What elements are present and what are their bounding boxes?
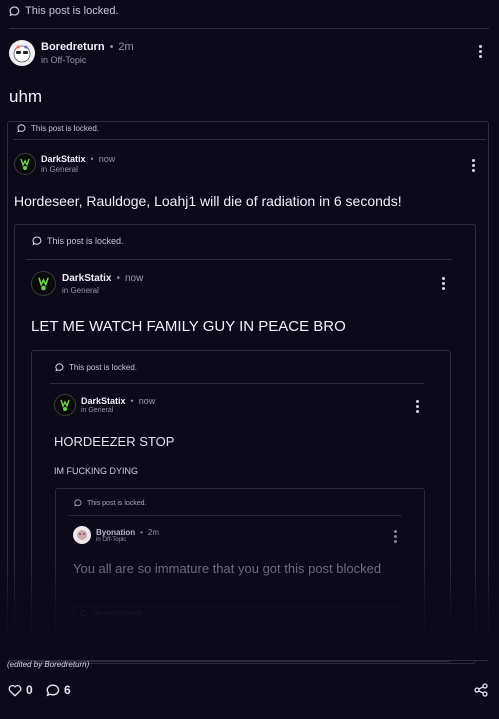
quote-header: DarkStatix • now in General — [54, 394, 155, 416]
comment-count: 6 — [64, 683, 71, 697]
post-time: 2m — [147, 527, 160, 537]
divider — [9, 28, 489, 29]
post-time: 2m — [118, 41, 134, 53]
speech-bubble-icon — [74, 499, 82, 507]
avatar-image — [77, 530, 87, 540]
share-button[interactable] — [474, 683, 488, 702]
comment-button[interactable]: 6 — [46, 683, 71, 697]
quote-body: You all are so immature that you got thi… — [73, 561, 382, 576]
more-options-button[interactable] — [416, 400, 419, 413]
author-name[interactable]: Boredreturn — [41, 41, 105, 53]
community-link[interactable]: in General — [41, 165, 115, 174]
quote-header: DarkStatix • now in General — [31, 271, 143, 296]
speech-bubble-icon — [9, 6, 20, 16]
heart-icon — [8, 684, 22, 696]
edited-note: (edited by Boredreturn) — [7, 660, 90, 669]
post-time: now — [138, 396, 156, 406]
locked-text: This post is locked. — [25, 5, 119, 17]
quote-locked-banner: This post is locked. — [55, 363, 137, 372]
separator-dot: • — [109, 41, 114, 53]
separator-dot: • — [90, 154, 94, 164]
locked-text: This post is locked. — [69, 363, 138, 372]
quote-body: IM FUCKING DYING — [54, 466, 139, 476]
quote-locked-banner: This post is locked. — [80, 610, 143, 617]
more-options-button[interactable] — [479, 45, 482, 58]
separator-dot: • — [130, 396, 134, 406]
divider — [50, 383, 424, 384]
avatar[interactable] — [31, 271, 56, 296]
speech-bubble-icon — [32, 236, 42, 246]
separator-dot: • — [116, 272, 120, 284]
like-count: 0 — [26, 683, 33, 697]
divider — [13, 139, 486, 140]
divider — [68, 515, 402, 516]
separator-dot: • — [140, 527, 143, 537]
more-options-button[interactable] — [442, 277, 445, 290]
share-icon — [474, 683, 488, 697]
author-name[interactable]: DarkStatix — [62, 273, 111, 284]
quote-locked-banner: This post is locked. — [17, 124, 99, 133]
author-name[interactable]: DarkStatix — [41, 154, 86, 164]
locked-text: This post is locked. — [31, 124, 100, 133]
avatar[interactable] — [9, 40, 35, 66]
avatar-image — [60, 399, 70, 411]
quote-locked-banner: This post is locked. — [74, 499, 147, 507]
author-name[interactable]: DarkStatix — [81, 396, 126, 406]
avatar-image — [38, 277, 49, 291]
more-options-button[interactable] — [394, 530, 397, 543]
community-link[interactable]: in General — [81, 407, 155, 414]
community-link[interactable]: in Off-Topic — [41, 55, 134, 65]
top-locked-banner: This post is locked. — [9, 5, 119, 17]
speech-bubble-icon — [80, 610, 87, 617]
quote-header: DarkStatix • now in General — [14, 153, 115, 175]
more-options-button[interactable] — [472, 159, 475, 172]
community-link[interactable]: in Off-Topic — [96, 537, 159, 543]
avatar-image — [20, 158, 30, 170]
speech-bubble-icon — [55, 363, 64, 372]
locked-text: This post is locked. — [87, 499, 147, 507]
quote-locked-banner: This post is locked. — [32, 236, 124, 246]
locked-text: This post is locked. — [47, 236, 124, 246]
divider — [26, 259, 452, 260]
author-name[interactable]: Byonation — [96, 528, 135, 537]
quote-body: LET ME WATCH FAMILY GUY IN PEACE BRO — [31, 318, 346, 335]
avatar-image — [13, 45, 31, 63]
comment-icon — [46, 683, 60, 696]
quote-header: Byonation • 2m in Off-Topic — [73, 526, 159, 544]
avatar[interactable] — [73, 526, 91, 544]
post-body: uhm — [9, 87, 43, 106]
avatar[interactable] — [14, 153, 36, 175]
like-button[interactable]: 0 — [8, 683, 33, 697]
quote-body: Hordeseer, Rauldoge, Loahj1 will die of … — [14, 193, 402, 209]
post-time: now — [124, 272, 144, 284]
post-header: Boredreturn • 2m in Off-Topic — [9, 40, 134, 66]
post-time: now — [98, 154, 116, 164]
speech-bubble-icon — [17, 124, 26, 133]
quote-title: HORDEEZER STOP — [54, 434, 175, 449]
locked-text: This post is locked. — [92, 610, 144, 617]
community-link[interactable]: in General — [62, 286, 143, 295]
avatar[interactable] — [54, 394, 76, 416]
